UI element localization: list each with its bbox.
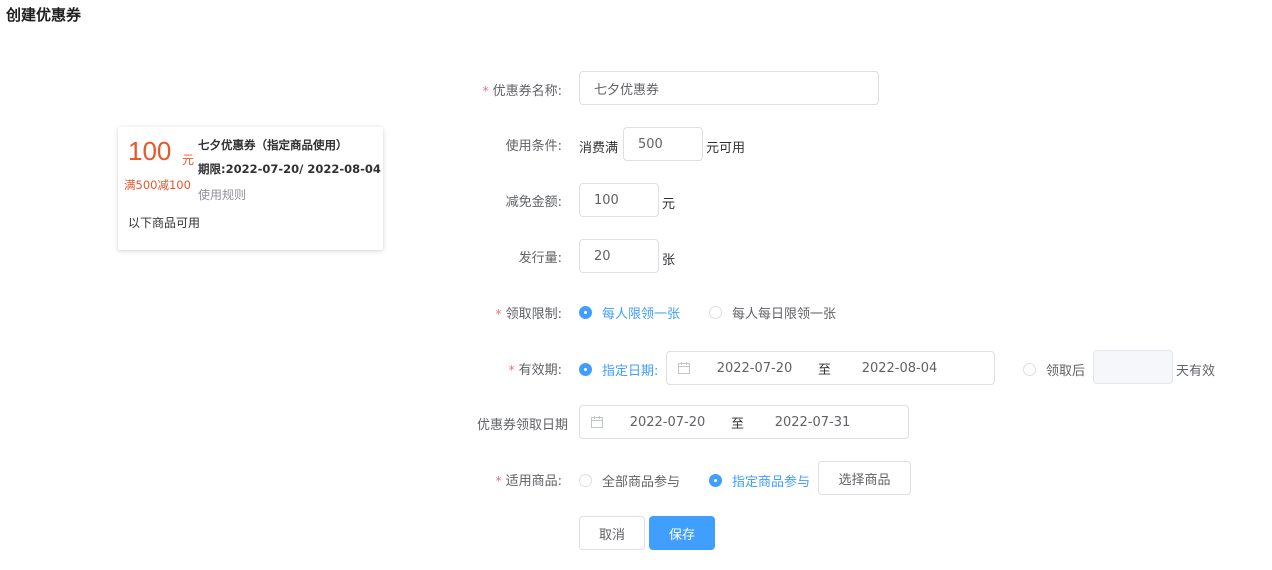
discount-amount-suffix: 元 bbox=[662, 197, 676, 212]
usage-condition-prefix: 消费满 bbox=[579, 141, 619, 156]
discount-amount-label: 减免金额: bbox=[505, 195, 562, 210]
coupon-preview-name: 七夕优惠券（指定商品使用） bbox=[198, 138, 348, 152]
cancel-button[interactable]: 取消 bbox=[579, 516, 645, 550]
validity-range-separator: 至 bbox=[818, 362, 832, 378]
claim-limit-option-once[interactable]: 每人限领一张 bbox=[579, 303, 680, 322]
claim-period-end-date[interactable]: 2022-07-31 bbox=[741, 415, 884, 430]
validity-label: * 有效期: bbox=[508, 363, 562, 378]
claim-period-label: 优惠券领取日期 bbox=[476, 418, 568, 433]
validity-days-suffix: 天有效 bbox=[1176, 364, 1216, 379]
coupon-preview-card: 100 元 满500减100 七夕优惠券（指定商品使用） 期限:2022-07-… bbox=[118, 127, 383, 250]
page-title: 创建优惠券 bbox=[6, 6, 82, 24]
coupon-preview-unit: 元 bbox=[182, 153, 195, 167]
select-products-button[interactable]: 选择商品 bbox=[818, 461, 911, 495]
validity-option-fixed-dates[interactable]: 指定日期: bbox=[579, 360, 658, 379]
radio-checked-icon bbox=[579, 306, 592, 319]
coupon-name-input[interactable]: 七夕优惠券 bbox=[579, 71, 879, 105]
calendar-icon bbox=[677, 361, 691, 375]
claim-limit-label: * 领取限制: bbox=[495, 307, 562, 322]
calendar-icon bbox=[590, 415, 604, 429]
claim-period-start-date[interactable]: 2022-07-20 bbox=[604, 415, 731, 430]
validity-start-date[interactable]: 2022-07-20 bbox=[691, 361, 818, 376]
validity-option-after-claim[interactable]: 领取后 bbox=[1023, 360, 1085, 379]
claim-period-date-range-picker[interactable]: 2022-07-20 至 2022-07-31 bbox=[579, 405, 909, 439]
issue-quantity-input[interactable]: 20 bbox=[579, 239, 659, 273]
radio-unchecked-icon bbox=[709, 306, 722, 319]
usage-condition-suffix: 元可用 bbox=[706, 141, 746, 156]
claim-limit-option-daily[interactable]: 每人每日限领一张 bbox=[709, 303, 836, 322]
usage-condition-label: 使用条件: bbox=[505, 139, 562, 154]
validity-end-date[interactable]: 2022-08-04 bbox=[828, 361, 971, 376]
save-button[interactable]: 保存 bbox=[649, 516, 715, 550]
claim-period-range-separator: 至 bbox=[731, 416, 745, 432]
coupon-preview-usage-rules: 使用规则 bbox=[198, 188, 247, 202]
scope-option-selected-products[interactable]: 指定商品参与 bbox=[709, 471, 810, 490]
radio-checked-icon bbox=[579, 363, 592, 376]
coupon-preview-period: 期限:2022-07-20/ 2022-08-04 bbox=[198, 162, 381, 176]
validity-days-input[interactable] bbox=[1093, 350, 1173, 384]
coupon-preview-rule: 满500减100 bbox=[124, 178, 191, 192]
coupon-name-label: * 优惠券名称: bbox=[482, 84, 562, 99]
coupon-preview-scope: 以下商品可用 bbox=[128, 216, 201, 230]
radio-unchecked-icon bbox=[579, 474, 592, 487]
issue-quantity-suffix: 张 bbox=[662, 253, 676, 268]
radio-checked-icon bbox=[709, 474, 722, 487]
usage-condition-amount-input[interactable]: 500 bbox=[623, 127, 703, 161]
issue-quantity-label: 发行量: bbox=[518, 251, 562, 266]
scope-option-all-products[interactable]: 全部商品参与 bbox=[579, 471, 680, 490]
validity-date-range-picker[interactable]: 2022-07-20 至 2022-08-04 bbox=[666, 351, 995, 385]
radio-unchecked-icon bbox=[1023, 363, 1036, 376]
discount-amount-input[interactable]: 100 bbox=[579, 183, 659, 217]
applicable-products-label: * 适用商品: bbox=[495, 474, 562, 489]
coupon-preview-amount: 100 bbox=[128, 136, 172, 166]
